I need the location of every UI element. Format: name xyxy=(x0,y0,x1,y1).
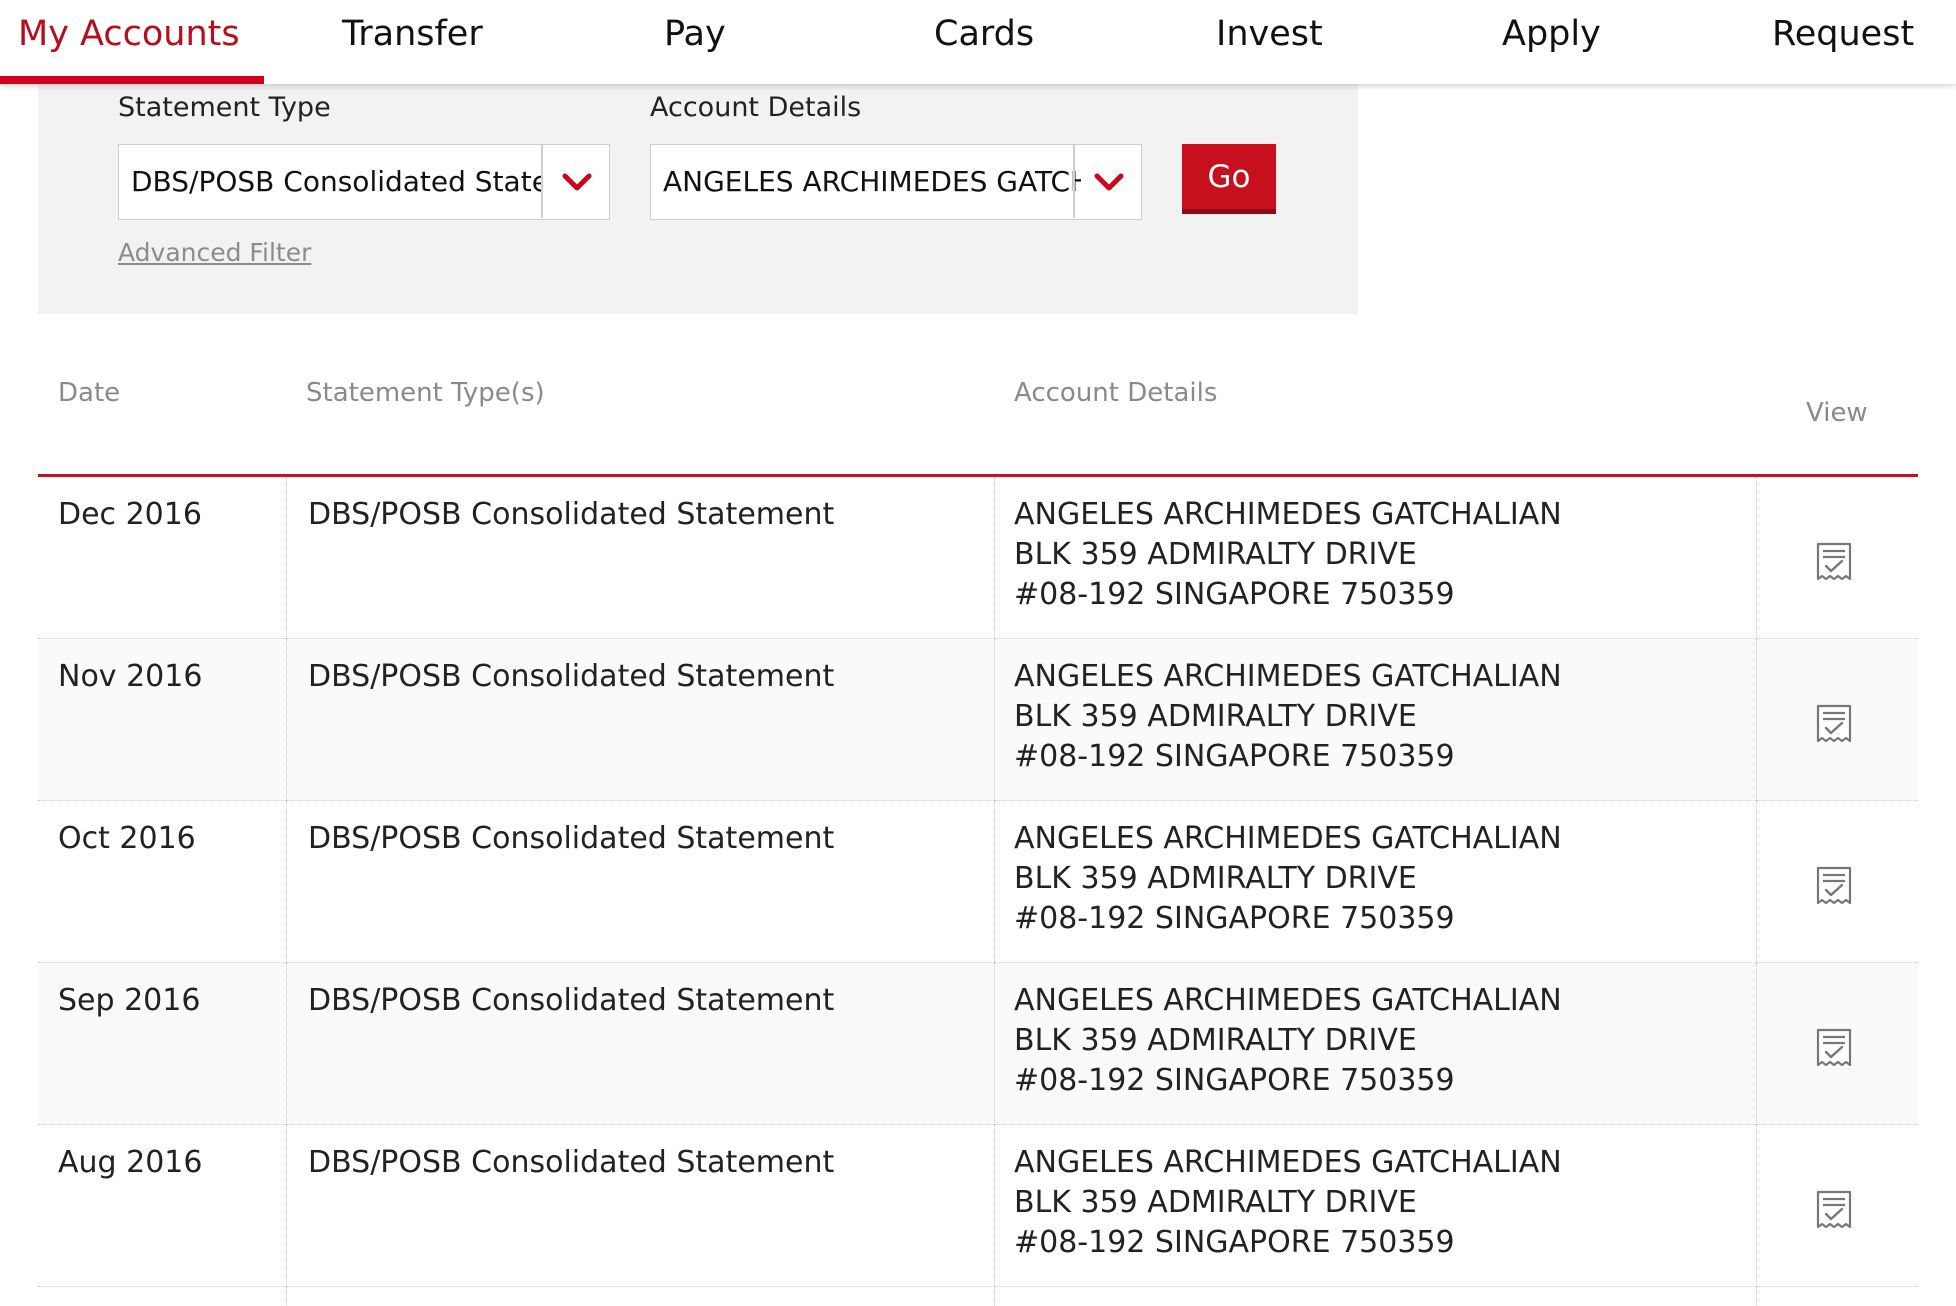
column-header-date: Date xyxy=(58,378,121,408)
column-divider xyxy=(994,801,995,963)
view-statement-icon[interactable] xyxy=(1814,703,1854,745)
advanced-filter-link[interactable]: Advanced Filter xyxy=(118,238,311,267)
statement-date: Oct 2016 xyxy=(58,821,196,856)
nav-apply[interactable]: Apply xyxy=(1502,0,1601,84)
address-line-1: ANGELES ARCHIMEDES GATCHALIAN xyxy=(1014,1145,1562,1180)
table-row: Oct 2016 DBS/POSB Consolidated Statement… xyxy=(38,801,1918,963)
statement-type: DBS/POSB Consolidated Statement xyxy=(308,983,835,1018)
column-header-view: View xyxy=(1806,398,1868,428)
view-statement-icon[interactable] xyxy=(1814,865,1854,907)
view-statement-icon[interactable] xyxy=(1814,1027,1854,1069)
column-header-account-details: Account Details xyxy=(1014,378,1218,408)
account-address: ANGELES ARCHIMEDES GATCHALIAN BLK 359 AD… xyxy=(1014,495,1562,615)
column-divider xyxy=(994,477,995,639)
column-divider xyxy=(286,477,287,639)
statement-type-label: Statement Type xyxy=(118,92,331,123)
column-divider xyxy=(286,1287,287,1306)
address-line-2: BLK 359 ADMIRALTY DRIVE xyxy=(1014,1185,1417,1220)
active-tab-indicator xyxy=(0,76,264,84)
column-divider xyxy=(1756,1125,1757,1287)
column-divider xyxy=(1756,963,1757,1125)
chevron-down-icon[interactable] xyxy=(543,145,611,218)
column-divider xyxy=(286,639,287,801)
statement-type: DBS/POSB Consolidated Statement xyxy=(308,1145,835,1180)
column-divider xyxy=(994,1287,995,1306)
address-line-1: ANGELES ARCHIMEDES GATCHALIAN xyxy=(1014,821,1562,856)
table-row: Dec 2016 DBS/POSB Consolidated Statement… xyxy=(38,477,1918,639)
address-line-3: #08-192 SINGAPORE 750359 xyxy=(1014,577,1455,612)
column-divider xyxy=(994,639,995,801)
table-row: Nov 2016 DBS/POSB Consolidated Statement… xyxy=(38,639,1918,801)
nav-invest[interactable]: Invest xyxy=(1216,0,1323,84)
address-line-1: ANGELES ARCHIMEDES GATCHALIAN xyxy=(1014,983,1562,1018)
address-line-1: ANGELES ARCHIMEDES GATCHALIAN xyxy=(1014,659,1562,694)
nav-cards[interactable]: Cards xyxy=(934,0,1034,84)
address-line-3: #08-192 SINGAPORE 750359 xyxy=(1014,1225,1455,1260)
account-address: ANGELES ARCHIMEDES GATCHALIAN BLK 359 AD… xyxy=(1014,1143,1562,1263)
nav-pay[interactable]: Pay xyxy=(664,0,726,84)
statement-type-select[interactable]: DBS/POSB Consolidated Statement xyxy=(118,144,610,220)
statement-type-value: DBS/POSB Consolidated Statement xyxy=(131,165,541,198)
table-row: Aug 2016 DBS/POSB Consolidated Statement… xyxy=(38,1125,1918,1287)
table-row-partial xyxy=(38,1287,1918,1306)
address-line-2: BLK 359 ADMIRALTY DRIVE xyxy=(1014,861,1417,896)
column-divider xyxy=(994,963,995,1125)
statement-type: DBS/POSB Consolidated Statement xyxy=(308,659,835,694)
address-line-2: BLK 359 ADMIRALTY DRIVE xyxy=(1014,537,1417,572)
nav-request[interactable]: Request xyxy=(1772,0,1914,84)
column-divider xyxy=(286,963,287,1125)
statement-type: DBS/POSB Consolidated Statement xyxy=(308,497,835,532)
account-address: ANGELES ARCHIMEDES GATCHALIAN BLK 359 AD… xyxy=(1014,981,1562,1101)
chevron-down-icon[interactable] xyxy=(1075,145,1143,218)
address-line-2: BLK 359 ADMIRALTY DRIVE xyxy=(1014,699,1417,734)
address-line-1: ANGELES ARCHIMEDES GATCHALIAN xyxy=(1014,497,1562,532)
column-divider xyxy=(286,801,287,963)
column-divider xyxy=(994,1125,995,1287)
address-line-3: #08-192 SINGAPORE 750359 xyxy=(1014,1063,1455,1098)
account-address: ANGELES ARCHIMEDES GATCHALIAN BLK 359 AD… xyxy=(1014,657,1562,777)
go-button[interactable]: Go xyxy=(1182,144,1276,214)
table-row: Sep 2016 DBS/POSB Consolidated Statement… xyxy=(38,963,1918,1125)
column-divider xyxy=(1756,639,1757,801)
account-details-select[interactable]: ANGELES ARCHIMEDES GATCHALIAN xyxy=(650,144,1142,220)
column-divider xyxy=(1756,1287,1757,1306)
statement-date: Nov 2016 xyxy=(58,659,203,694)
statement-type: DBS/POSB Consolidated Statement xyxy=(308,821,835,856)
statement-date: Aug 2016 xyxy=(58,1145,203,1180)
account-address: ANGELES ARCHIMEDES GATCHALIAN BLK 359 AD… xyxy=(1014,819,1562,939)
statement-date: Dec 2016 xyxy=(58,497,202,532)
nav-my-accounts[interactable]: My Accounts xyxy=(18,0,240,84)
view-statement-icon[interactable] xyxy=(1814,1189,1854,1231)
column-header-statement-types: Statement Type(s) xyxy=(306,378,545,408)
address-line-2: BLK 359 ADMIRALTY DRIVE xyxy=(1014,1023,1417,1058)
account-details-value: ANGELES ARCHIMEDES GATCHALIAN xyxy=(663,165,1081,198)
nav-transfer[interactable]: Transfer xyxy=(342,0,483,84)
account-details-label: Account Details xyxy=(650,92,862,123)
address-line-3: #08-192 SINGAPORE 750359 xyxy=(1014,739,1455,774)
statement-date: Sep 2016 xyxy=(58,983,201,1018)
top-navigation: My Accounts Transfer Pay Cards Invest Ap… xyxy=(0,0,1956,84)
column-divider xyxy=(1756,477,1757,639)
column-divider xyxy=(1756,801,1757,963)
address-line-3: #08-192 SINGAPORE 750359 xyxy=(1014,901,1455,936)
column-divider xyxy=(286,1125,287,1287)
view-statement-icon[interactable] xyxy=(1814,541,1854,583)
